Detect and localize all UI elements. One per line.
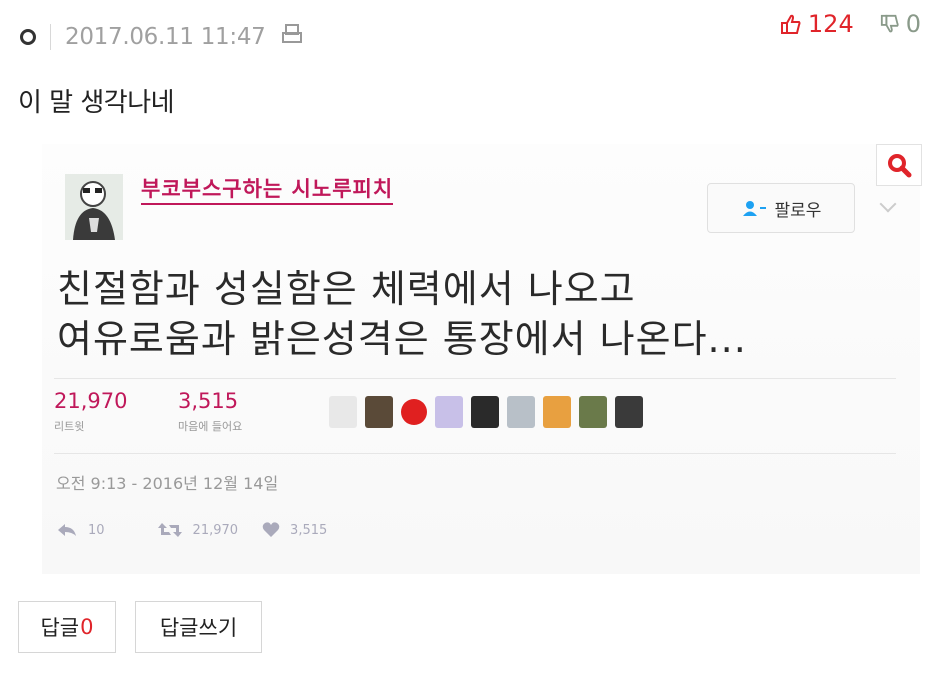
liker-avatar[interactable] xyxy=(365,396,393,428)
post-body: 이 말 생각나네 xyxy=(18,88,175,118)
heart-icon xyxy=(262,522,280,537)
reply-list-count: 0 xyxy=(80,615,94,639)
avatar xyxy=(65,174,123,240)
liker-avatars xyxy=(329,396,651,428)
tweet-image: 부코부스구하는 시노루피치 팔로우 친절함과 성실함은 체력에서 나오고 여유로… xyxy=(42,144,922,574)
likes-number: 3,515 xyxy=(178,389,239,413)
liker-avatar[interactable] xyxy=(401,399,427,425)
reply-count: 10 xyxy=(88,522,105,538)
liker-avatar[interactable] xyxy=(329,396,357,428)
liker-avatar[interactable] xyxy=(435,396,463,428)
liker-avatar[interactable] xyxy=(543,396,571,428)
follow-label: 팔로우 xyxy=(774,200,822,221)
like-count: 3,515 xyxy=(290,522,328,538)
liker-avatar[interactable] xyxy=(615,396,643,428)
vote-area: 124 0 xyxy=(780,10,921,38)
likes-label: 마음에 들어요 xyxy=(178,420,243,433)
retweet-number: 21,970 xyxy=(54,389,128,413)
tweet-actions: 10 21,970 3,515 xyxy=(56,522,327,538)
retweet-icon xyxy=(157,523,182,537)
upvote-button[interactable]: 124 xyxy=(780,10,854,38)
likes-stat[interactable]: 3,515 마음에 들어요 xyxy=(178,389,242,434)
retweet-action[interactable]: 21,970 xyxy=(157,522,239,538)
divider xyxy=(54,453,896,454)
reply-action[interactable]: 10 xyxy=(56,522,105,538)
reply-icon xyxy=(58,524,76,536)
zoom-button[interactable] xyxy=(876,144,922,186)
liker-avatar[interactable] xyxy=(471,396,499,428)
retweet-count: 21,970 xyxy=(192,522,239,538)
thumbs-up-icon xyxy=(780,14,801,34)
follow-button[interactable]: 팔로우 xyxy=(707,183,855,233)
write-reply-button[interactable]: 답글쓰기 xyxy=(135,601,262,653)
reply-list-button[interactable]: 답글 0 xyxy=(18,601,116,653)
user-level-icon xyxy=(20,29,36,45)
downvote-count: 0 xyxy=(905,10,921,38)
add-user-icon xyxy=(742,201,766,216)
divider xyxy=(50,24,51,50)
tweet-text-line: 친절함과 성실함은 체력에서 나오고 xyxy=(57,267,636,311)
post-date: 2017.06.11 11:47 xyxy=(65,24,266,50)
liker-avatar[interactable] xyxy=(507,396,535,428)
divider xyxy=(54,378,896,379)
retweet-stat[interactable]: 21,970 리트윗 xyxy=(54,389,127,434)
print-icon[interactable] xyxy=(281,23,303,51)
retweet-label: 리트윗 xyxy=(54,420,85,433)
tweet-text-line: 여유로움과 밝은성격은 통장에서 나온다... xyxy=(57,317,747,361)
tweet-text: 친절함과 성실함은 체력에서 나오고 여유로움과 밝은성격은 통장에서 나온다.… xyxy=(57,264,747,364)
post-meta: 2017.06.11 11:47 xyxy=(18,20,303,54)
like-action[interactable]: 3,515 xyxy=(262,522,327,538)
liker-avatar[interactable] xyxy=(579,396,607,428)
thumbs-down-icon xyxy=(880,14,899,33)
write-reply-label: 답글쓰기 xyxy=(159,616,238,640)
magnifier-icon xyxy=(888,154,912,178)
upvote-count: 124 xyxy=(807,10,854,38)
downvote-button[interactable]: 0 xyxy=(880,10,921,38)
tweet-username[interactable]: 부코부스구하는 시노루피치 xyxy=(141,173,394,205)
tweet-timestamp: 오전 9:13 - 2016년 12월 14일 xyxy=(56,474,279,493)
reply-list-label: 답글 xyxy=(40,616,80,640)
